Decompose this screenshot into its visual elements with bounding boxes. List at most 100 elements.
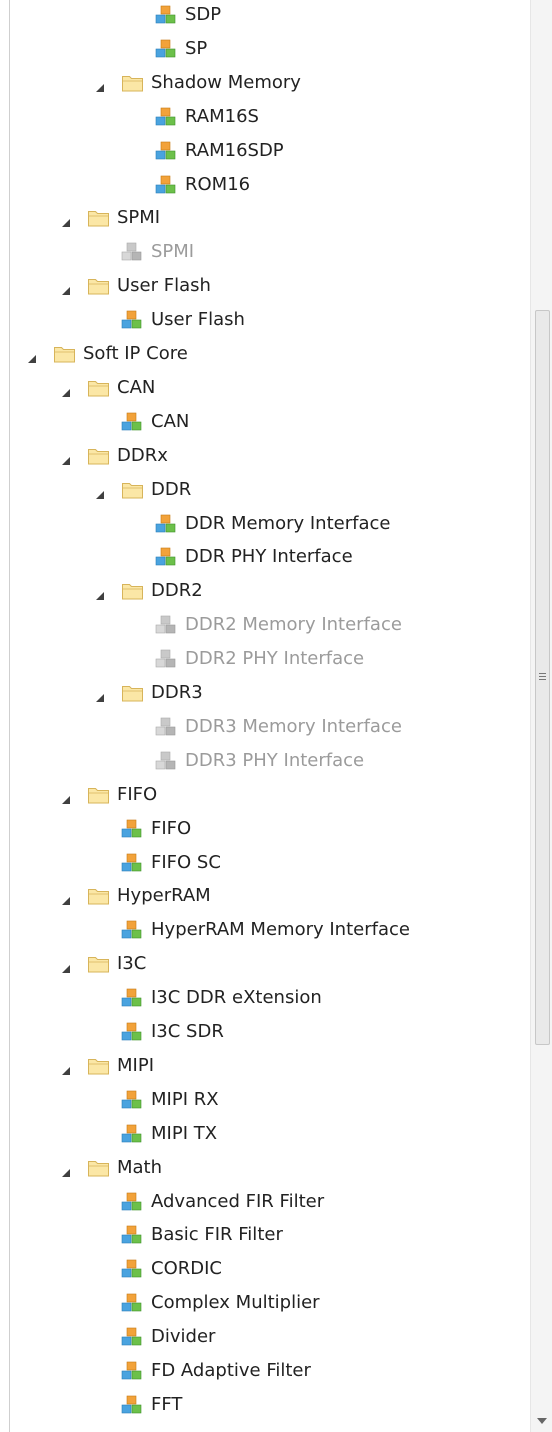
expanded-triangle-icon[interactable]	[26, 349, 38, 363]
tree-ip-node[interactable]: MIPI RX	[0, 1083, 530, 1117]
ip-core-icon	[121, 988, 143, 1008]
ip-core-icon	[121, 412, 143, 432]
tree-node-label: RAM16S	[185, 105, 259, 127]
expanded-triangle-icon[interactable]	[60, 383, 72, 397]
folder-icon	[53, 344, 75, 364]
tree-ip-node[interactable]: DDR3 Memory Interface	[0, 710, 530, 744]
folder-icon	[87, 378, 109, 398]
ip-core-icon	[121, 1192, 143, 1212]
ip-core-icon	[121, 819, 143, 839]
tree-folder-node[interactable]: DDRx	[0, 439, 530, 473]
tree-node-label: Basic FIR Filter	[151, 1224, 283, 1246]
tree-node-label: DDR3 Memory Interface	[185, 715, 402, 737]
tree-folder-node[interactable]: Soft IP Core	[0, 337, 530, 371]
tree-ip-node[interactable]: Divider	[0, 1320, 530, 1354]
tree-ip-node[interactable]: MIPI TX	[0, 1117, 530, 1151]
folder-icon	[121, 683, 143, 703]
tree-ip-node[interactable]: DDR3 PHY Interface	[0, 744, 530, 778]
tree-ip-node[interactable]: DDR2 Memory Interface	[0, 608, 530, 642]
tree-node-label: ROM16	[185, 173, 251, 195]
ip-core-icon	[121, 920, 143, 940]
ip-core-icon	[121, 1124, 143, 1144]
ip-core-icon	[121, 1022, 143, 1042]
tree-folder-node[interactable]: I3C	[0, 947, 530, 981]
ip-core-icon	[155, 175, 177, 195]
expanded-triangle-icon[interactable]	[60, 1061, 72, 1075]
folder-icon	[87, 446, 109, 466]
ip-core-icon	[155, 107, 177, 127]
tree-ip-node[interactable]: FIFO SC	[0, 846, 530, 880]
tree-ip-node[interactable]: FIFO	[0, 812, 530, 846]
ip-core-icon	[155, 141, 177, 161]
tree-ip-node[interactable]: DDR2 PHY Interface	[0, 642, 530, 676]
ip-core-tree-panel: SDP SP Shadow Memory RAM16S RAM16SDP ROM16 SPM…	[0, 0, 552, 1432]
tree-ip-node[interactable]: User Flash	[0, 303, 530, 337]
tree-folder-node[interactable]: SPMI	[0, 201, 530, 235]
ip-core-disabled-icon	[155, 649, 177, 669]
tree-ip-node[interactable]: I3C SDR	[0, 1015, 530, 1049]
expanded-triangle-icon[interactable]	[60, 451, 72, 465]
tree-folder-node[interactable]: HyperRAM	[0, 879, 530, 913]
tree-folder-node[interactable]: DDR2	[0, 574, 530, 608]
tree-ip-node[interactable]: DDR PHY Interface	[0, 540, 530, 574]
tree-node-label: MIPI TX	[151, 1122, 218, 1144]
expanded-triangle-icon[interactable]	[94, 688, 106, 702]
tree-node-label: CAN	[151, 410, 190, 432]
tree-ip-node[interactable]: DDR Memory Interface	[0, 507, 530, 541]
expanded-triangle-icon[interactable]	[94, 485, 106, 499]
tree-folder-node[interactable]: DDR3	[0, 676, 530, 710]
tree-folder-node[interactable]: Shadow Memory	[0, 66, 530, 100]
expanded-triangle-icon[interactable]	[60, 790, 72, 804]
tree-folder-node[interactable]: CAN	[0, 371, 530, 405]
tree-node-label: DDR3 PHY Interface	[185, 749, 365, 771]
tree-folder-node[interactable]: Math	[0, 1151, 530, 1185]
tree-ip-node[interactable]: SPMI	[0, 235, 530, 269]
ip-core-disabled-icon	[121, 242, 143, 262]
tree-ip-node[interactable]: RAM16S	[0, 100, 530, 134]
scrollbar-grip-line	[539, 676, 546, 677]
tree-node-label: SPMI	[117, 207, 161, 229]
tree-node-label: DDR PHY Interface	[185, 546, 353, 568]
tree-node-label: User Flash	[117, 275, 211, 297]
tree-node-label: DDR	[151, 478, 192, 500]
tree-ip-node[interactable]: SDP	[0, 0, 530, 32]
tree-folder-node[interactable]: MIPI	[0, 1049, 530, 1083]
tree-node-label: HyperRAM Memory Interface	[151, 919, 410, 941]
vertical-scrollbar[interactable]	[530, 0, 552, 1432]
tree-node-label: DDR2	[151, 580, 203, 602]
tree-node-label: Advanced FIR Filter	[151, 1190, 325, 1212]
folder-icon	[121, 73, 143, 93]
tree-ip-node[interactable]: SP	[0, 32, 530, 66]
scrollbar-grip-line	[539, 673, 546, 674]
tree-ip-node[interactable]: Complex Multiplier	[0, 1286, 530, 1320]
expanded-triangle-icon[interactable]	[94, 78, 106, 92]
tree-folder-node[interactable]: FIFO	[0, 778, 530, 812]
ip-core-icon	[155, 547, 177, 567]
tree-node-label: FFT	[151, 1393, 183, 1415]
tree-ip-node[interactable]: HyperRAM Memory Interface	[0, 913, 530, 947]
expanded-triangle-icon[interactable]	[60, 213, 72, 228]
tree-ip-node[interactable]: Advanced FIR Filter	[0, 1185, 530, 1219]
scrollbar-thumb[interactable]	[535, 310, 550, 1045]
ip-core-icon	[121, 1259, 143, 1279]
scroll-down-arrow-icon[interactable]	[537, 1418, 547, 1424]
tree-ip-node[interactable]: Basic FIR Filter	[0, 1218, 530, 1252]
expanded-triangle-icon[interactable]	[60, 891, 72, 906]
folder-icon	[87, 1158, 109, 1178]
tree-folder-node[interactable]: User Flash	[0, 269, 530, 303]
expanded-triangle-icon[interactable]	[60, 281, 72, 296]
expanded-triangle-icon[interactable]	[94, 586, 106, 601]
ip-core-icon	[121, 1225, 143, 1245]
ip-core-disabled-icon	[155, 615, 177, 635]
tree-ip-node[interactable]: FFT	[0, 1388, 530, 1422]
folder-icon	[87, 1056, 109, 1076]
tree-ip-node[interactable]: ROM16	[0, 168, 530, 202]
tree-ip-node[interactable]: FD Adaptive Filter	[0, 1354, 530, 1388]
expanded-triangle-icon[interactable]	[60, 1163, 72, 1177]
tree-folder-node[interactable]: DDR	[0, 473, 530, 507]
tree-ip-node[interactable]: RAM16SDP	[0, 134, 530, 168]
tree-ip-node[interactable]: CORDIC	[0, 1252, 530, 1286]
tree-ip-node[interactable]: CAN	[0, 405, 530, 439]
tree-ip-node[interactable]: I3C DDR eXtension	[0, 981, 530, 1015]
expanded-triangle-icon[interactable]	[60, 959, 72, 974]
